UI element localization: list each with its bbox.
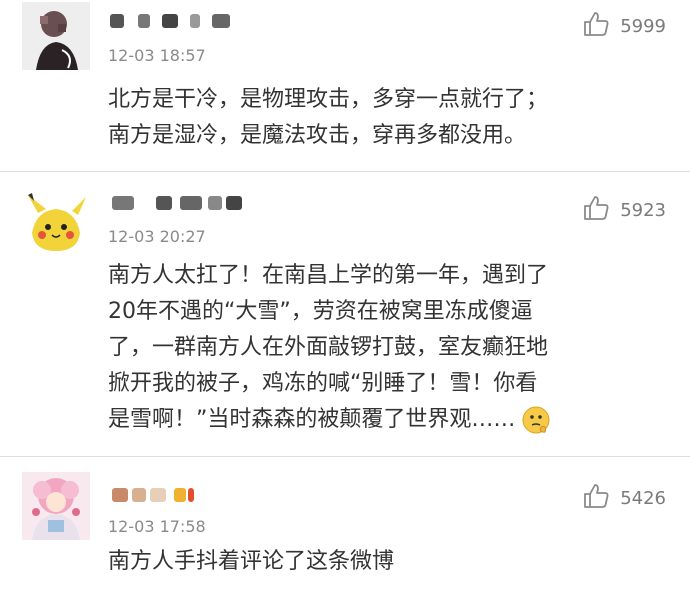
comment-text: 南方人太扛了！在南昌上学的第一年，遇到了 20年不遇的“大雪”，劳资在被窝里冻成… <box>108 258 668 438</box>
comment-item: 12-03 20:27 5923 南方人太扛了！在南昌上学的第一年，遇到了 20… <box>0 176 690 450</box>
thinking-emoji-icon <box>521 405 551 435</box>
like-count: 5426 <box>620 487 666 509</box>
comment-timestamp: 12-03 17:58 <box>108 517 206 536</box>
comment-timestamp: 12-03 18:57 <box>108 46 206 65</box>
comment-text: 南方人手抖着评论了这条微博 <box>108 544 668 580</box>
divider <box>0 456 690 457</box>
like-button[interactable]: 5999 <box>582 10 666 42</box>
comment-line-with-emoji: 是雪啊！”当时森森的被颠覆了世界观…… <box>108 402 668 438</box>
comment-line: 了，一群南方人在外面敲锣打鼓，室友癫狂地 <box>108 335 549 360</box>
comment-item: 12-03 17:58 5426 南方人手抖着评论了这条微博 <box>0 460 690 602</box>
like-count: 5923 <box>620 199 666 221</box>
avatar[interactable] <box>22 189 90 257</box>
thumbs-up-icon <box>582 10 610 42</box>
comment-feed: 12-03 18:57 5999 北方是干冷，是物理攻击，多穿一点就行了； 南方… <box>0 0 690 602</box>
comment-timestamp: 12-03 20:27 <box>108 227 206 246</box>
thumbs-up-icon <box>582 482 610 514</box>
comment-line: 南方人太扛了！在南昌上学的第一年，遇到了 <box>108 263 549 288</box>
avatar[interactable] <box>22 2 90 70</box>
comment-line: 北方是干冷，是物理攻击，多穿一点就行了； <box>108 87 549 112</box>
divider <box>0 171 690 172</box>
like-count: 5999 <box>620 15 666 37</box>
like-button[interactable]: 5426 <box>582 482 666 514</box>
like-button[interactable]: 5923 <box>582 194 666 226</box>
thumbs-up-icon <box>582 194 610 226</box>
comment-line: 20年不遇的“大雪”，劳资在被窝里冻成傻逼 <box>108 299 533 324</box>
avatar[interactable] <box>22 472 90 540</box>
comment-line: 是雪啊！”当时森森的被颠覆了世界观…… <box>108 407 516 432</box>
comment-text: 北方是干冷，是物理攻击，多穿一点就行了； 南方是湿冷，是魔法攻击，穿再多都没用。 <box>108 82 668 154</box>
comment-line: 南方人手抖着评论了这条微博 <box>108 549 395 574</box>
comment-item: 12-03 18:57 5999 北方是干冷，是物理攻击，多穿一点就行了； 南方… <box>0 0 690 168</box>
comment-line: 南方是湿冷，是魔法攻击，穿再多都没用。 <box>108 123 527 148</box>
comment-line: 掀开我的被子，鸡冻的喊“别睡了！雪！你看 <box>108 371 538 396</box>
